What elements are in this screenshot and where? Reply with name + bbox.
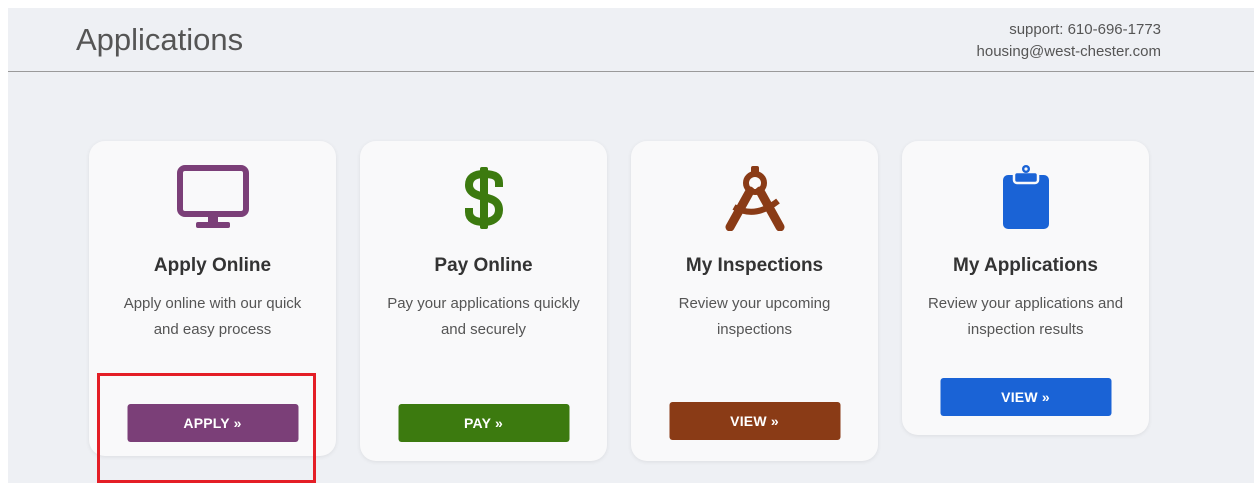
card-description-line: Apply online with our quick [123,295,302,312]
page-header: Applications support: 610-696-1773 housi… [8,8,1254,72]
card-title: My Applications [953,255,1098,276]
card-description-line: and easy process [153,321,272,338]
clipboard-icon [986,165,1066,235]
page-title: Applications [76,22,244,57]
card-my-applications: My Applications Review your applications… [902,141,1149,435]
card-description-line: inspection results [967,321,1084,338]
view-inspections-button[interactable]: VIEW » [669,402,840,440]
card-description: Review your upcoming inspections [643,291,866,343]
compass-icon [715,165,795,235]
support-email[interactable]: housing@west-chester.com [977,41,1161,63]
apply-button[interactable]: APPLY » [127,404,298,442]
card-apply-online: Apply Online Apply online with our quick… [89,141,336,456]
card-description-line: inspections [716,321,793,338]
card-description-line: Review your upcoming [678,295,831,312]
card-description-line: Pay your applications quickly [387,295,580,312]
card-pay-online: Pay Online Pay your applications quickly… [360,141,607,461]
support-phone: support: 610-696-1773 [1009,21,1161,38]
view-applications-button[interactable]: VIEW » [940,378,1111,416]
applications-page: Applications support: 610-696-1773 housi… [8,8,1254,483]
card-description: Apply online with our quick and easy pro… [101,291,324,343]
card-description: Pay your applications quickly and secure… [372,291,595,343]
card-title: My Inspections [685,255,824,276]
support-contact: support: 610-696-1773 housing@west-chest… [977,19,1161,63]
card-my-inspections: My Inspections Review your upcoming insp… [631,141,878,461]
monitor-icon [173,165,253,235]
dollar-icon [444,165,524,235]
card-description: Review your applications and inspection … [914,291,1137,343]
card-title: Apply Online [153,255,272,276]
card-title: Pay Online [434,255,533,276]
card-description-line: and securely [440,321,527,338]
pay-button[interactable]: PAY » [398,404,569,442]
card-description-line: Review your applications and [927,295,1124,312]
